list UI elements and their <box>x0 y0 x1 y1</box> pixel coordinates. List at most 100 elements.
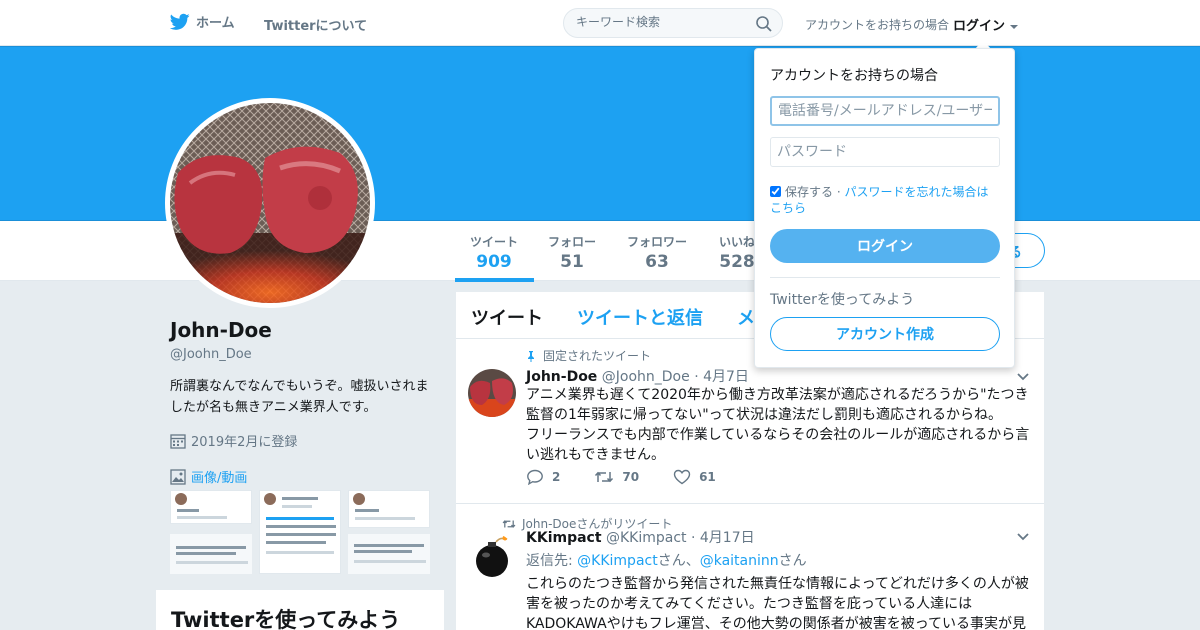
stat-value: 63 <box>645 252 669 272</box>
search-box <box>563 8 783 38</box>
profile-avatar[interactable] <box>165 98 375 308</box>
tweet-date[interactable]: · 4月7日 <box>694 369 749 385</box>
reply-to-prefix: 返信先: <box>526 553 578 569</box>
stat-following[interactable]: フォロー 51 <box>548 233 596 272</box>
nav-home[interactable]: ホーム <box>170 12 235 31</box>
login-prompt: アカウントをお持ちの場合 <box>805 18 950 32</box>
tweet-author-handle[interactable]: @Joohn_Doe <box>602 369 690 385</box>
tweet-header: KKimpact @KKimpact · 4月17日 <box>526 527 755 547</box>
tweet-text-line: 監督の1年弱家に帰ってない"って状況は違法だし罰則も適応されるからね。 <box>526 407 1002 423</box>
nav-home-label: ホーム <box>196 16 235 31</box>
tweet-text-line: い逃れもできません。 <box>526 447 666 463</box>
active-stat-underline <box>455 278 534 282</box>
pinned-label: 固定されたツイート <box>543 349 652 363</box>
media-link-label: 画像/動画 <box>191 471 248 486</box>
like-action[interactable]: 61 <box>673 469 716 485</box>
retweet-action[interactable]: 70 <box>594 469 639 485</box>
stat-label: ツイート <box>470 235 519 249</box>
stat-followers[interactable]: フォロワー 63 <box>627 233 687 272</box>
stat-label: フォロー <box>548 235 597 249</box>
tweet-menu-caret-icon[interactable] <box>1016 529 1030 543</box>
tweet-text: アニメ業界も遅くて2020年から働き方改革法案が適応されるだろうから"たつき 監… <box>526 385 1032 465</box>
twitter-bird-icon <box>170 13 190 30</box>
try-twitter-title: Twitterを使ってみよう <box>171 608 401 630</box>
like-count: 61 <box>699 470 716 484</box>
tweet-text-line: アニメ業界も遅くて2020年から働き方改革法案が適応されるだろうから"たつき <box>526 387 1029 403</box>
image-icon <box>170 468 186 485</box>
tweet-text-line: KADOKAWAやけもフレ運営、その他大勢の関係者が被害を被っている事実が見 <box>526 616 1027 630</box>
media-thumbnail[interactable] <box>170 490 252 524</box>
reply-count: 2 <box>552 470 561 484</box>
remember-separator: · <box>833 185 845 199</box>
try-twitter-text: Twitterを使ってみよう <box>770 292 915 308</box>
heart-icon <box>673 469 691 485</box>
search-input[interactable] <box>576 15 746 29</box>
login-button[interactable]: ログイン <box>770 229 1000 263</box>
tweet-header: John-Doe @Joohn_Doe · 4月7日 <box>526 366 749 386</box>
tweet-actions: 2 70 61 <box>526 469 750 485</box>
media-thumbnails <box>170 490 430 574</box>
tweet-text-line: フリーランスでも内部で作業しているならその会社のルールが適応されるから言 <box>526 427 1030 443</box>
stat-label: フォロワー <box>627 235 688 249</box>
login-link-label: ログイン <box>953 19 1006 34</box>
login-dropdown-title: アカウントをお持ちの場合 <box>770 68 938 84</box>
retweet-count: 70 <box>622 470 640 484</box>
join-date-text: 2019年2月に登録 <box>191 435 298 450</box>
calendar-icon <box>170 433 186 449</box>
tweet-item[interactable]: John-Doeさんがリツイート KKimpact @KKimpact · 4月… <box>456 505 1044 630</box>
reply-to-user[interactable]: @KKimpact <box>577 553 658 569</box>
dropdown-divider <box>770 277 1000 278</box>
reply-to-user[interactable]: @kaitaninn <box>700 553 779 569</box>
tweet-text-line: これらのたつき監督から発信された無責任な情報によってどれだけ多くの人が被 <box>526 576 1029 592</box>
tweet-text: これらのたつき監督から発信された無責任な情報によってどれだけ多くの人が被 害を被… <box>526 574 1032 630</box>
stat-tweets[interactable]: ツイート 909 <box>470 233 518 272</box>
tweet-menu-caret-icon[interactable] <box>1016 369 1030 383</box>
signup-button[interactable]: アカウント作成 <box>770 317 1000 351</box>
retweet-icon <box>502 519 516 528</box>
reply-icon <box>527 469 543 485</box>
profile-handle: @Joohn_Doe <box>170 347 252 362</box>
stat-label: いいね <box>719 235 756 249</box>
tab-media[interactable]: メ <box>737 304 755 330</box>
nav-about-link[interactable]: Twitterについて <box>264 15 367 34</box>
tab-tweets-and-replies[interactable]: ツイートと返信 <box>577 304 703 330</box>
media-thumbnail[interactable] <box>348 534 430 574</box>
try-twitter-box: Twitterを使ってみよう <box>156 590 444 630</box>
remember-label: 保存する <box>785 185 834 199</box>
tweet-author-handle[interactable]: @KKimpact <box>606 530 687 546</box>
tweet-avatar[interactable] <box>468 533 516 581</box>
profile-bio: 所謂裏なんでなんでもいうぞ。嘘扱いされましたが名も無きアニメ業界人です。 <box>170 379 429 415</box>
pinned-context: 固定されたツイート <box>525 347 651 364</box>
tweet-author-name[interactable]: John-Doe <box>526 369 597 385</box>
retweet-icon <box>595 471 614 483</box>
remember-checkbox[interactable] <box>770 186 781 197</box>
reply-action[interactable]: 2 <box>526 469 560 485</box>
top-nav: ホーム Twitterについて アカウントをお持ちの場合 ログイン <box>0 0 1200 46</box>
login-dropdown: アカウントをお持ちの場合 保存する · パスワードを忘れた場合はこちら ログイン… <box>754 48 1015 368</box>
tweet-date[interactable]: · 4月17日 <box>691 530 755 546</box>
tweet-avatar[interactable] <box>468 369 516 417</box>
stat-value: 51 <box>560 252 584 272</box>
stat-value: 909 <box>476 252 512 272</box>
pin-icon <box>528 350 534 362</box>
caret-down-icon <box>1009 25 1018 29</box>
profile-join-date: 2019年2月に登録 <box>170 431 297 450</box>
password-field[interactable] <box>770 137 1000 167</box>
stat-value: 528 <box>719 252 755 272</box>
media-thumbnail[interactable] <box>259 490 341 574</box>
media-link[interactable]: 画像/動画 <box>170 467 247 486</box>
username-field[interactable] <box>770 96 1000 126</box>
search-icon[interactable] <box>756 16 772 36</box>
media-thumbnail[interactable] <box>170 534 252 574</box>
profile-name: John-Doe <box>170 318 272 342</box>
media-thumbnail[interactable] <box>348 490 430 528</box>
reply-to-suffix: さん <box>778 553 807 569</box>
tweet-author-name[interactable]: KKimpact <box>526 530 602 546</box>
reply-to-line: 返信先: @KKimpactさん、@kaitaninnさん <box>526 550 807 570</box>
stat-likes[interactable]: いいね 528 <box>719 233 755 272</box>
reply-to-sep: さん、 <box>657 553 700 569</box>
remember-row: 保存する · パスワードを忘れた場合はこちら <box>770 184 1000 216</box>
login-dropdown-toggle[interactable]: ログイン <box>953 15 1018 34</box>
tab-tweets[interactable]: ツイート <box>471 304 543 330</box>
tweet-text-line: 害を被ったのか考えてみてください。たつき監督を庇っている人達には <box>526 596 973 612</box>
